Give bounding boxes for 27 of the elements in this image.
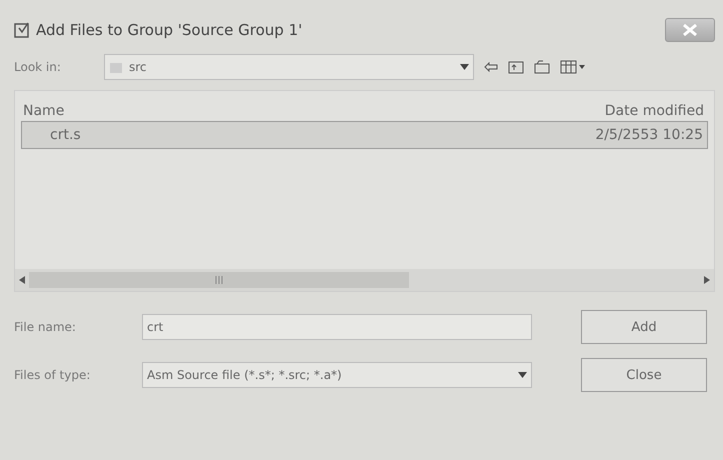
dropdown-arrow-icon xyxy=(460,64,469,70)
column-header[interactable]: Name xyxy=(23,103,64,119)
column-header[interactable]: Date modified xyxy=(604,103,704,119)
app-icon xyxy=(14,22,30,38)
file-row[interactable]: crt.s 2/5/2553 10:25 xyxy=(21,121,708,149)
horizontal-scrollbar[interactable] xyxy=(15,269,714,291)
scroll-right-icon[interactable] xyxy=(704,276,710,284)
dropdown-arrow-icon xyxy=(518,372,527,378)
file-date: 2/5/2553 10:25 xyxy=(595,127,703,143)
window-title: Add Files to Group 'Source Group 1' xyxy=(36,21,304,39)
close-icon xyxy=(682,24,698,36)
view-menu-icon[interactable] xyxy=(560,60,586,74)
file-name-field[interactable]: crt xyxy=(142,314,532,340)
file-name: crt.s xyxy=(50,127,81,143)
add-button[interactable]: Add xyxy=(581,310,707,344)
new-folder-icon[interactable] xyxy=(534,60,550,74)
scroll-left-icon[interactable] xyxy=(19,276,25,284)
file-type-dropdown[interactable]: Asm Source file (*.s*; *.src; *.a*) xyxy=(142,362,532,388)
file-name-label: File name: xyxy=(14,320,77,334)
close-button[interactable] xyxy=(665,18,715,42)
scrollbar-thumb[interactable] xyxy=(29,272,409,288)
look-in-label: Look in: xyxy=(14,60,62,74)
back-icon[interactable] xyxy=(484,62,498,72)
up-folder-icon[interactable] xyxy=(508,60,524,74)
look-in-dropdown[interactable]: src xyxy=(104,54,474,80)
files-of-type-label: Files of type: xyxy=(14,368,92,382)
close-dialog-button[interactable]: Close xyxy=(581,358,707,392)
